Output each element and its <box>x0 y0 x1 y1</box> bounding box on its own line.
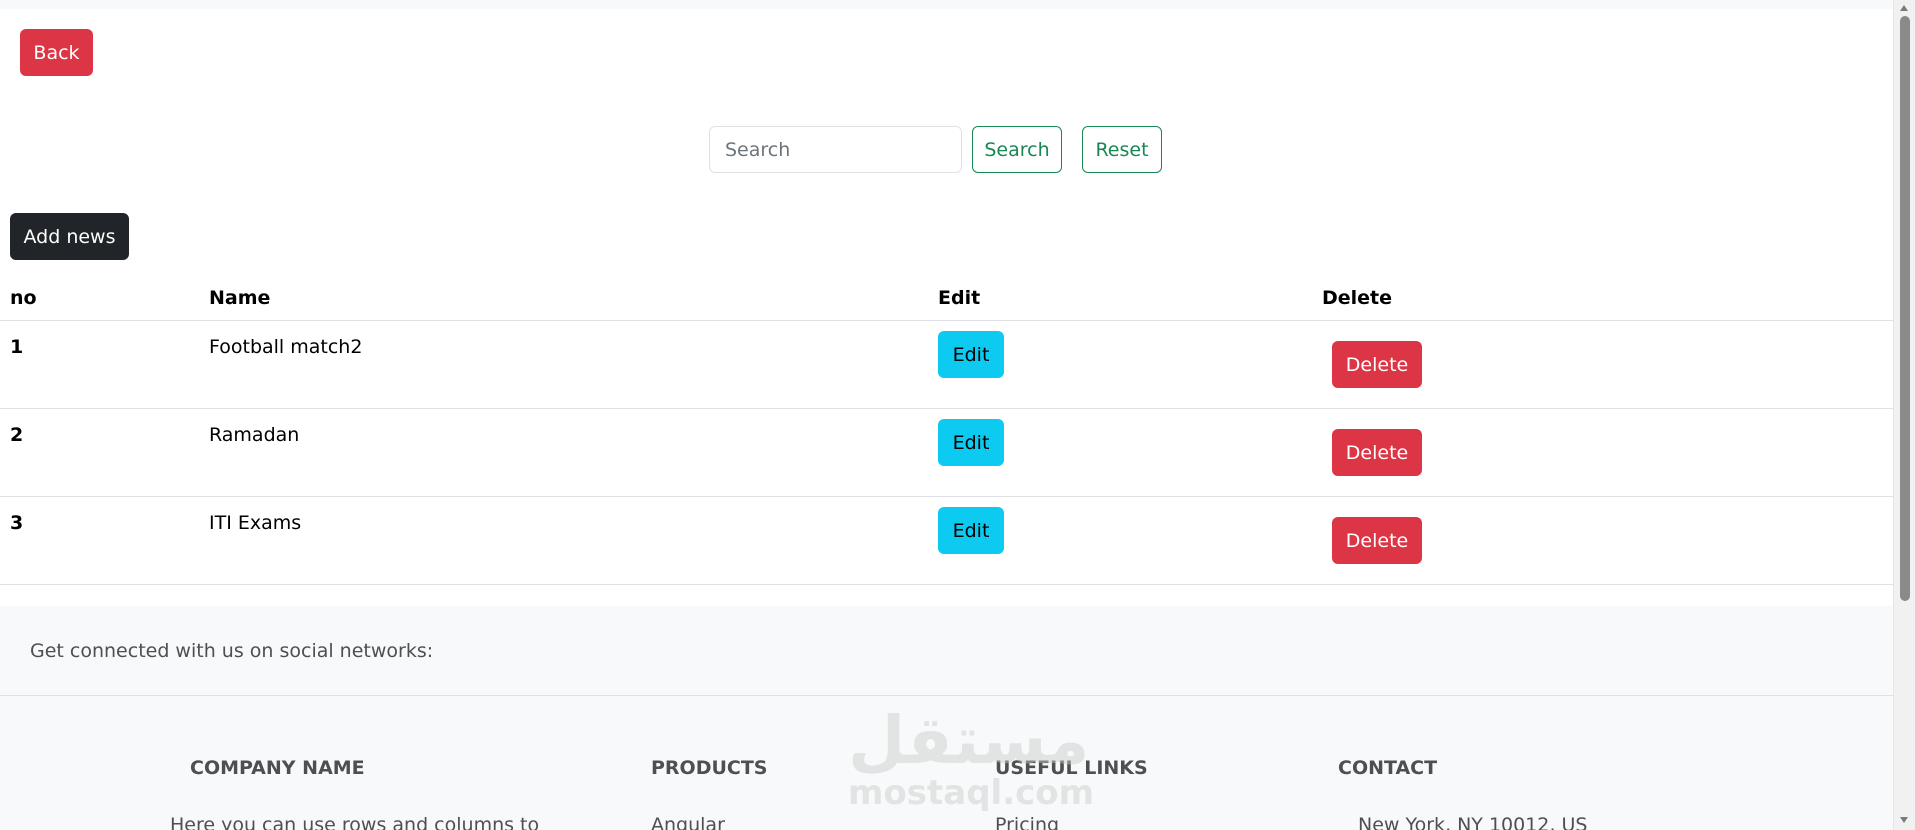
row-name: Ramadan <box>209 424 300 446</box>
table-header: no Name Edit Delete <box>0 280 1893 321</box>
table-row: 3 ITI Exams Edit Delete <box>0 497 1893 585</box>
footer-heading-company: COMPANY NAME <box>190 757 365 779</box>
top-strip <box>0 0 1893 9</box>
row-name: Football match2 <box>209 336 363 358</box>
social-section: Get connected with us on social networks… <box>0 606 1893 696</box>
back-button[interactable]: Back <box>20 29 93 76</box>
search-input[interactable] <box>709 126 962 173</box>
page: Back Search Reset Add news no Name Edit … <box>0 0 1915 830</box>
edit-button[interactable]: Edit <box>938 419 1004 466</box>
footer-company-text: Here you can use rows and columns to <box>170 814 540 830</box>
row-name: ITI Exams <box>209 512 302 534</box>
triangle-up-icon[interactable] <box>1897 2 1911 14</box>
triangle-down-icon[interactable] <box>1897 814 1911 826</box>
footer-heading-products: PRODUCTS <box>651 757 768 779</box>
column-header-no: no <box>10 287 37 309</box>
footer: Get connected with us on social networks… <box>0 606 1893 830</box>
footer-heading-links: USEFUL LINKS <box>995 757 1148 779</box>
social-text: Get connected with us on social networks… <box>30 640 434 662</box>
edit-button[interactable]: Edit <box>938 331 1004 378</box>
search-button[interactable]: Search <box>972 126 1062 173</box>
footer-heading-contact: CONTACT <box>1338 757 1438 779</box>
delete-button[interactable]: Delete <box>1332 517 1422 564</box>
row-number: 1 <box>10 336 24 358</box>
reset-button[interactable]: Reset <box>1082 126 1162 173</box>
scrollbar-thumb[interactable] <box>1900 16 1910 601</box>
table-row: 1 Football match2 Edit Delete <box>0 321 1893 409</box>
footer-contact-address: New York, NY 10012, US <box>1358 814 1588 830</box>
row-number: 3 <box>10 512 24 534</box>
footer-link-angular[interactable]: Angular <box>651 814 725 830</box>
table-row: 2 Ramadan Edit Delete <box>0 409 1893 497</box>
footer-link-pricing[interactable]: Pricing <box>995 814 1059 830</box>
row-number: 2 <box>10 424 24 446</box>
column-header-delete: Delete <box>1322 287 1393 309</box>
add-news-button[interactable]: Add news <box>10 213 129 260</box>
delete-button[interactable]: Delete <box>1332 429 1422 476</box>
edit-button[interactable]: Edit <box>938 507 1004 554</box>
delete-button[interactable]: Delete <box>1332 341 1422 388</box>
column-header-name: Name <box>209 287 271 309</box>
column-header-edit: Edit <box>938 287 981 309</box>
